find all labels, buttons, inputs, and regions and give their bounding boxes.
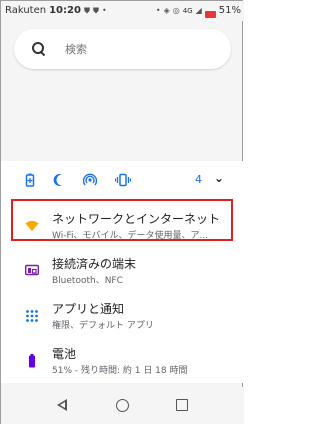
dot-icon: • [155, 6, 161, 15]
settings-item-title: 電池 [52, 347, 77, 361]
settings-item-subtitle: 51% - 残り時間: 約 1 日 18 時間 [52, 366, 188, 376]
shield-icon: ⛊ [92, 6, 99, 15]
chevron-down-icon[interactable]: ⌄ [214, 171, 224, 185]
settings-item-title: 接続済みの端末 [52, 257, 137, 271]
signal-icon: ◢ [195, 6, 202, 15]
hotspot-icon[interactable] [82, 173, 98, 187]
search-bar[interactable]: 検索 [14, 29, 231, 69]
settings-item-battery[interactable]: 電池 51% - 残り時間: 約 1 日 18 時間 [1, 339, 244, 383]
battery-percent: 51% [218, 5, 241, 16]
suggestions-row[interactable]: 4 ⌄ [1, 161, 244, 199]
navigation-bar [1, 387, 244, 424]
settings-item-subtitle: Bluetooth、NFC [52, 276, 123, 286]
apps-icon [25, 308, 39, 322]
battery-saver-icon[interactable] [23, 173, 37, 187]
search-placeholder: 検索 [65, 43, 87, 56]
status-bar: Rakuten 10:20 ⛊ ⛊ • • ◈ ◎ 4G ◢ 51% [1, 1, 244, 21]
dot-icon: • [101, 6, 107, 15]
search-icon [31, 41, 47, 57]
recents-icon[interactable] [176, 399, 188, 411]
settings-item-subtitle: 権限、デフォルト アプリ [52, 321, 154, 331]
settings-item-title: アプリと通知 [52, 302, 125, 316]
battery-icon [204, 10, 216, 18]
vibrate-icon[interactable] [114, 173, 132, 187]
network-type-label: 4G [182, 7, 193, 15]
settings-item-apps[interactable]: アプリと通知 権限、デフォルト アプリ [1, 294, 244, 338]
suggestion-count: 4 [195, 173, 202, 186]
hotspot-icon: ◎ [172, 6, 180, 15]
battery-icon [25, 353, 39, 368]
carrier-label: Rakuten [5, 5, 47, 16]
screen-frame: Rakuten 10:20 ⛊ ⛊ • • ◈ ◎ 4G ◢ 51% 検索 4 … [0, 0, 244, 424]
connected-devices-icon [24, 263, 40, 277]
settings-item-connected-devices[interactable]: 接続済みの端末 Bluetooth、NFC [1, 249, 244, 293]
shield-icon: ⛊ [83, 6, 90, 15]
dark-theme-icon[interactable] [53, 173, 67, 187]
back-icon-inner [60, 402, 65, 408]
clock: 10:20 [49, 5, 81, 16]
highlight-box [11, 199, 233, 241]
home-icon[interactable] [116, 399, 129, 412]
vibrate-icon: ◈ [163, 6, 170, 15]
